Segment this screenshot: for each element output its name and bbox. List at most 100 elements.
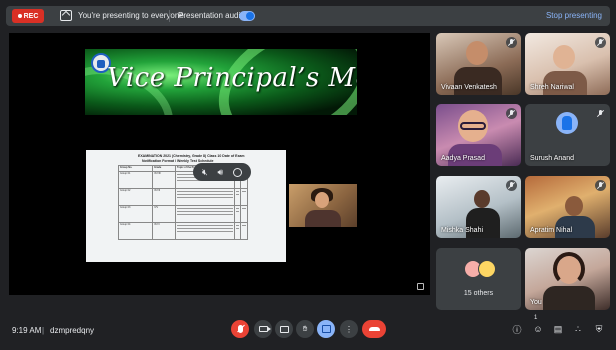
meeting-details-button[interactable]: ⓘ [510, 322, 524, 336]
divider [169, 10, 170, 22]
presenter-overlay-controls: 🔇︎ 🔊︎ [193, 163, 251, 181]
table-row: Group 02 IX/VII [117, 188, 248, 206]
participant-name: Aadya Prasad [441, 155, 485, 162]
glasses-icon [460, 122, 486, 130]
expand-icon[interactable] [417, 283, 424, 290]
person-face [466, 41, 488, 65]
stop-presenting-button[interactable]: Stop presenting [546, 11, 602, 20]
record-dot-icon [17, 14, 22, 18]
recording-label: REC [23, 12, 39, 20]
participant-tile[interactable]: Surush Anand [525, 104, 610, 166]
hand-icon: ✋︎ [302, 324, 308, 333]
person-face [553, 45, 575, 69]
mic-off-icon [595, 108, 606, 119]
table-cell: IX/VIII [152, 171, 176, 189]
activities-button[interactable]: ∴ [571, 322, 585, 336]
table-cell [240, 222, 248, 240]
participant-name: You [530, 299, 542, 306]
presentation-audio-toggle[interactable] [239, 11, 255, 21]
slide-title: Vice Principal’s Message [107, 63, 357, 93]
captions-button[interactable] [275, 320, 293, 338]
person-face [565, 196, 583, 216]
self-tile[interactable]: You [525, 248, 610, 310]
raise-hand-button[interactable]: ✋︎ [296, 320, 314, 338]
present-now-button[interactable] [317, 320, 335, 338]
table-cell [233, 222, 242, 240]
clock: 9:19 AM [12, 326, 42, 335]
leave-call-button[interactable] [362, 320, 386, 338]
chat-icon: ▤ [553, 323, 563, 334]
table-cell: Group 03 [117, 205, 154, 223]
shared-document: EXAMINATION 2021 (Chemistry, Grade 8) Cl… [86, 150, 286, 262]
info-icon: ⓘ [512, 324, 522, 335]
table-cell: IX/VI [152, 222, 176, 240]
camera-toggle-button[interactable] [254, 320, 272, 338]
participant-name: Vivaan Venkatesh [441, 84, 497, 91]
presentation-audio-label: Presentation audio [178, 11, 245, 20]
presenting-notice: You're presenting to everyone [78, 11, 184, 20]
shield-icon: ⛨ [595, 323, 603, 334]
present-screen-icon [60, 10, 72, 21]
camera-icon [258, 326, 271, 332]
table-cell: X/V [152, 205, 176, 223]
recording-badge: REC [12, 9, 44, 23]
mic-off-icon [506, 37, 517, 48]
person-hair [553, 252, 585, 286]
chat-button[interactable]: ▤ [551, 322, 565, 336]
avatar [478, 260, 496, 278]
table-cell [233, 188, 242, 206]
mic-off-icon [506, 180, 517, 191]
person-body [543, 71, 587, 95]
meeting-control-bar: 9:19 AM | dzmpredqny ✋︎ ⋮ ⓘ 1 ☺ ▤ ∴ ⛨ [0, 312, 616, 350]
table-cell [175, 205, 235, 223]
table-cell [240, 188, 248, 206]
participant-name: Mishka Shahi [441, 227, 484, 234]
participant-tile[interactable]: Mishka Shahi [436, 176, 521, 238]
activities-icon: ∴ [575, 323, 581, 334]
captions-icon [279, 325, 289, 333]
others-avatars [464, 260, 498, 278]
table-row: Group 03 X/V [117, 205, 248, 223]
mic-off-icon [237, 325, 243, 333]
table-cell: Group 02 [117, 188, 154, 206]
phone-hangup-icon [368, 327, 380, 331]
microphone-toggle-button[interactable] [231, 320, 249, 338]
more-vert-icon: ⋮ [345, 324, 353, 334]
participant-tile[interactable]: Shreh Nariwal [525, 33, 610, 95]
table-cell [175, 188, 235, 206]
mic-off-icon[interactable]: 🔇︎ [202, 167, 208, 177]
participant-tile[interactable]: Apratim Nihal [525, 176, 610, 238]
person-body [305, 210, 341, 227]
mic-off-icon [506, 108, 517, 119]
table-cell [175, 222, 235, 240]
participant-name: Apratim Nihal [530, 227, 573, 234]
others-tile[interactable]: 15 others [436, 248, 521, 310]
host-controls-button[interactable]: ⛨ [592, 322, 606, 336]
mic-off-icon [595, 37, 606, 48]
volume-icon[interactable]: 🔊︎ [217, 167, 223, 177]
divider: | [42, 326, 45, 335]
meeting-code: dzmpredqny [50, 326, 95, 335]
participant-tile[interactable]: Aadya Prasad [436, 104, 521, 166]
avatar [556, 112, 578, 134]
others-count-label: 15 others [463, 290, 494, 297]
participant-tile[interactable]: Vivaan Venkatesh [436, 33, 521, 95]
mic-off-icon [595, 180, 606, 191]
participant-name: Surush Anand [530, 155, 574, 162]
self-view-thumbnail [289, 184, 357, 227]
table-cell [240, 205, 248, 223]
table-cell: Group 04 [117, 222, 154, 240]
document-heading: EXAMINATION 2021 (Chemistry, Grade 8) Cl… [138, 154, 245, 158]
slide-banner: Vice Principal’s Message [85, 49, 357, 115]
person-face [474, 190, 490, 208]
people-button[interactable]: ☺ [531, 322, 545, 336]
presentation-stage: Vice Principal’s Message EXAMINATION 202… [9, 33, 430, 295]
table-cell: Group 01 [117, 171, 154, 189]
present-screen-icon [321, 325, 331, 333]
more-options-icon[interactable] [233, 167, 243, 177]
person-face [315, 192, 329, 208]
table-row: Group 04 IX/VI [117, 222, 248, 240]
participant-name: Shreh Nariwal [530, 84, 574, 91]
presentation-banner: REC You're presenting to everyone Presen… [6, 6, 610, 26]
more-options-button[interactable]: ⋮ [340, 320, 358, 338]
